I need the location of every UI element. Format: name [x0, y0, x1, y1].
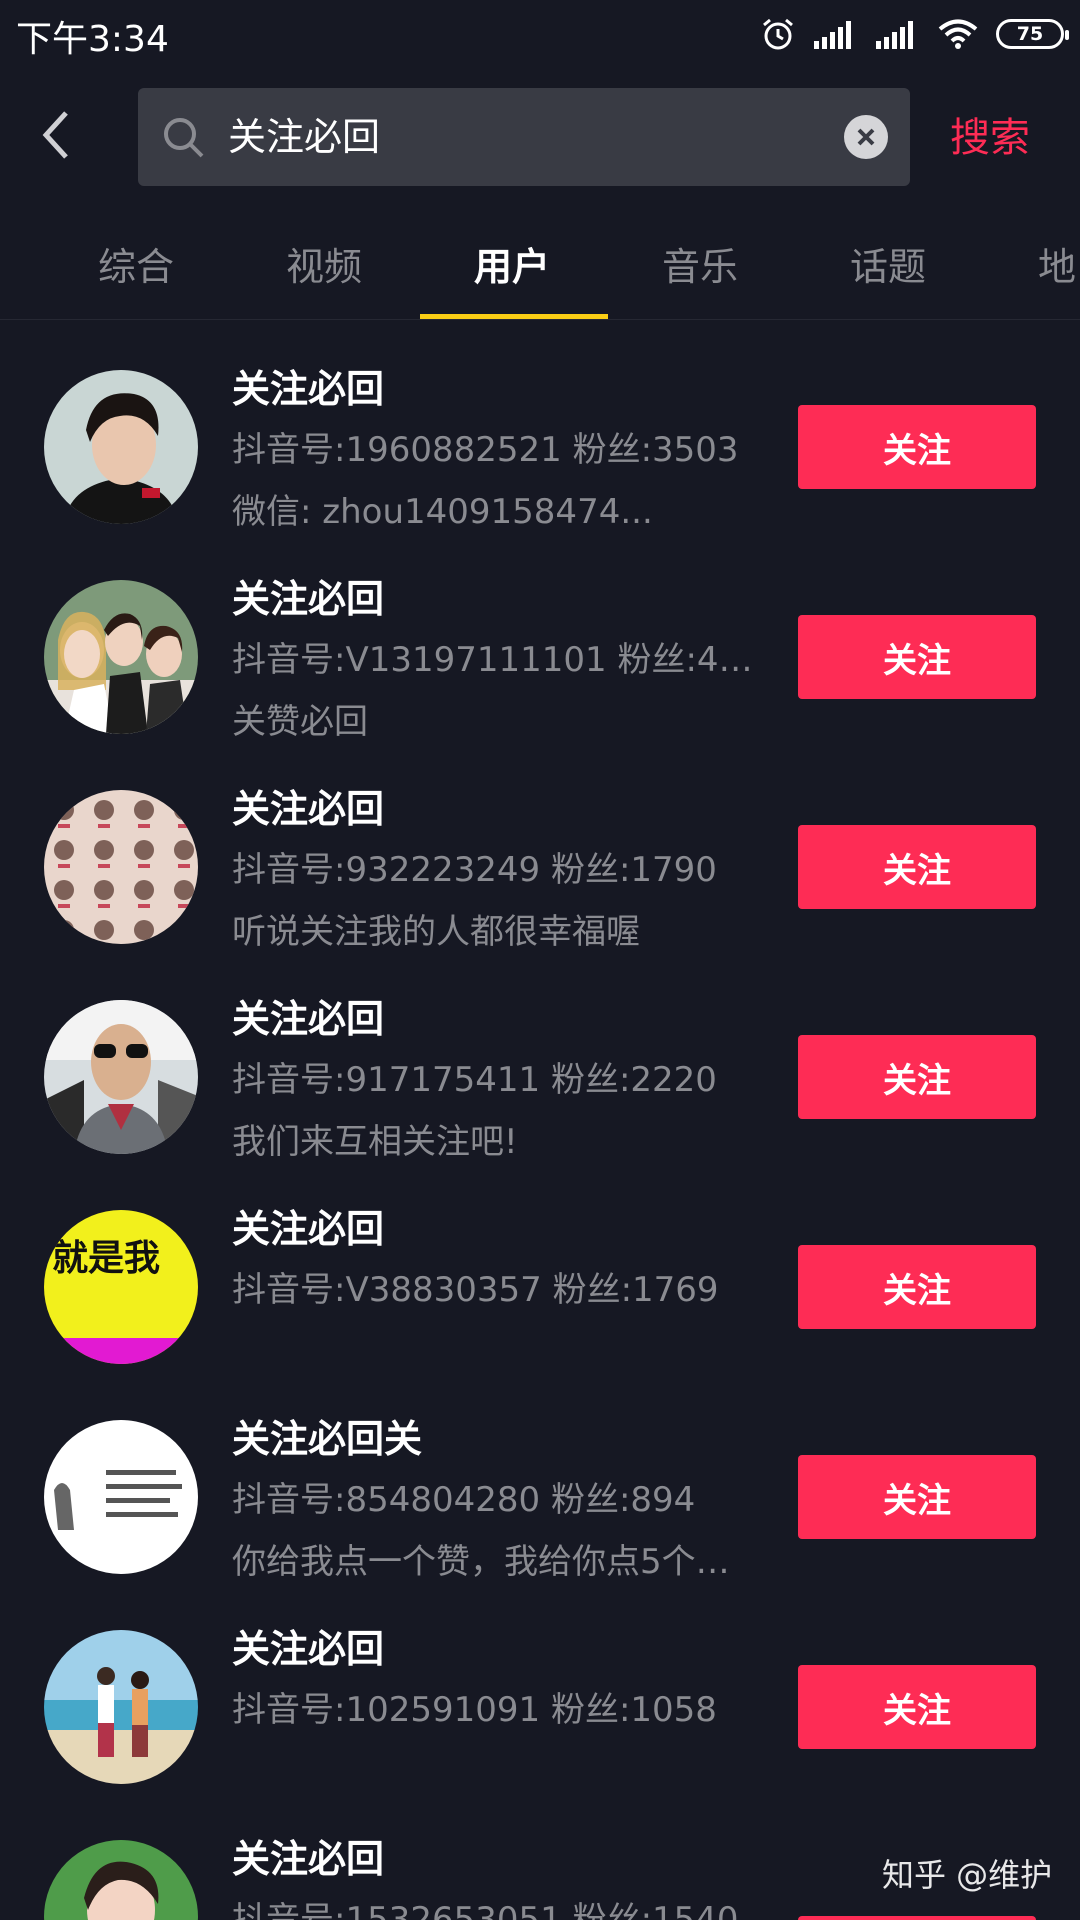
user-name: 关注必回 [232, 1837, 385, 1881]
clear-button[interactable] [844, 115, 888, 159]
active-tab-indicator [420, 314, 608, 319]
avatar[interactable] [44, 1840, 198, 1920]
user-meta: 抖音号:1532653051 粉丝:1540 [232, 1900, 739, 1920]
user-bio: 关赞必回 [232, 702, 368, 742]
follow-button[interactable]: 关注 [798, 1245, 1036, 1329]
status-time: 下午3:34 [16, 19, 169, 60]
avatar[interactable]: 就是我 [44, 1210, 198, 1364]
avatar[interactable] [44, 580, 198, 734]
wifi-icon [938, 19, 978, 49]
signal-icon [814, 21, 851, 49]
battery-icon: 75 [996, 19, 1069, 49]
watermark: 知乎 @维护 [882, 1856, 1053, 1894]
alarm-icon [763, 18, 793, 50]
user-meta: 抖音号:917175411 粉丝:2220 [232, 1060, 717, 1100]
user-bio: 你给我点一个赞，我给你点5个，... [232, 1542, 762, 1582]
user-name: 关注必回 [232, 577, 385, 621]
follow-button[interactable]: 关注 [798, 825, 1036, 909]
user-name: 关注必回 [232, 997, 385, 1041]
follow-button[interactable]: 关注 [798, 615, 1036, 699]
user-name: 关注必回 [232, 787, 385, 831]
user-name: 关注必回 [232, 1207, 385, 1251]
signal-icon [876, 21, 913, 49]
tab-bar: 综合 视频 用户 音乐 话题 地 [0, 230, 1080, 320]
avatar[interactable] [44, 1420, 198, 1574]
avatar[interactable] [44, 1000, 198, 1154]
user-meta: 抖音号:1960882521 粉丝:3503 [232, 430, 739, 470]
user-row[interactable]: 就是我 关注必回 抖音号:V38830357 粉丝:1769 关注 [0, 1160, 1080, 1370]
user-meta: 抖音号:102591091 粉丝:1058 [232, 1690, 717, 1730]
tab-users[interactable]: 用户 [474, 240, 550, 294]
user-row[interactable]: 关注必回 抖音号:1960882521 粉丝:3503 微信: zhou1409… [0, 320, 1080, 532]
user-meta: 抖音号:V13197111101 粉丝:43... [232, 640, 762, 680]
follow-button[interactable]: 关注 [798, 1665, 1036, 1749]
close-icon [857, 128, 875, 146]
user-row[interactable]: 关注必回关 抖音号:854804280 粉丝:894 你给我点一个赞，我给你点5… [0, 1370, 1080, 1582]
user-row[interactable]: 关注必回 抖音号:102591091 粉丝:1058 关注 [0, 1580, 1080, 1790]
search-icon [164, 118, 204, 158]
battery-level: 75 [1016, 23, 1044, 45]
user-name: 关注必回 [232, 1627, 385, 1671]
tab-videos[interactable]: 视频 [286, 240, 362, 294]
search-input[interactable]: 关注必回 [138, 88, 910, 186]
user-name: 关注必回关 [232, 1417, 423, 1461]
user-name: 关注必回 [232, 367, 385, 411]
chevron-left-icon [42, 111, 68, 159]
user-meta: 抖音号:854804280 粉丝:894 [232, 1480, 696, 1520]
follow-button[interactable]: 关注 [798, 1035, 1036, 1119]
avatar[interactable] [44, 1630, 198, 1784]
follow-button[interactable]: 关注 [798, 1916, 1036, 1920]
search-button[interactable]: 搜索 [950, 110, 1030, 166]
status-bar: 下午3:34 75 [0, 0, 1080, 70]
user-bio: 我们来互相关注吧! [232, 1122, 518, 1162]
user-meta: 抖音号:V38830357 粉丝:1769 [232, 1270, 719, 1310]
search-query: 关注必回 [228, 115, 381, 159]
avatar[interactable] [44, 370, 198, 524]
user-bio: 听说关注我的人都很幸福喔 [232, 912, 640, 952]
avatar[interactable] [44, 790, 198, 944]
tab-comprehensive[interactable]: 综合 [98, 240, 174, 294]
follow-button[interactable]: 关注 [798, 1455, 1036, 1539]
back-button[interactable] [30, 100, 80, 170]
user-bio: 微信: zhou1409158474... [232, 492, 653, 532]
user-row[interactable]: 关注必回 抖音号:V13197111101 粉丝:43... 关赞必回 关注 [0, 530, 1080, 742]
user-meta: 抖音号:932223249 粉丝:1790 [232, 850, 717, 890]
follow-button[interactable]: 关注 [798, 405, 1036, 489]
status-icons: 75 [760, 12, 1069, 56]
user-row[interactable]: 关注必回 抖音号:932223249 粉丝:1790 听说关注我的人都很幸福喔 … [0, 740, 1080, 952]
tab-music[interactable]: 音乐 [662, 240, 738, 294]
tab-topics[interactable]: 话题 [850, 240, 926, 294]
tab-places[interactable]: 地 [1038, 240, 1076, 294]
user-row[interactable]: 关注必回 抖音号:917175411 粉丝:2220 我们来互相关注吧! 关注 [0, 950, 1080, 1162]
svg-text:就是我: 就是我 [52, 1238, 160, 1279]
search-header: 关注必回 搜索 [0, 70, 1080, 210]
